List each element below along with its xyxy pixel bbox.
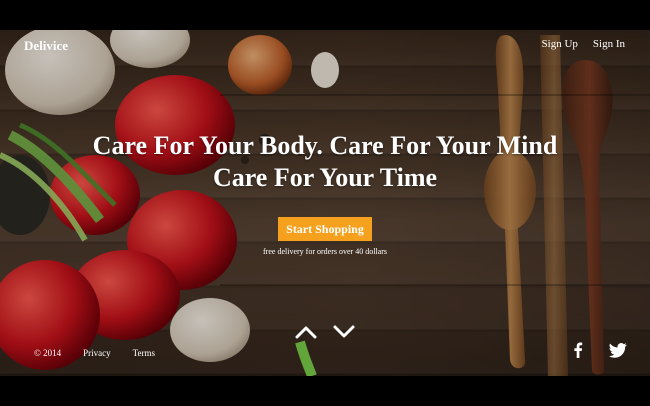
copyright-text: © 2014 <box>34 348 62 358</box>
scroll-arrows <box>294 321 356 343</box>
hero-headline: Care For Your Body. Care For Your Mind C… <box>0 130 650 194</box>
headline-line-1: Care For Your Body. Care For Your Mind <box>92 131 558 160</box>
brand-logo[interactable]: Delivice <box>24 38 68 54</box>
free-delivery-text: free delivery for orders over 40 dollars <box>263 247 387 256</box>
facebook-icon[interactable] <box>569 341 587 359</box>
top-nav: Sign Up Sign In <box>542 38 625 50</box>
social-links <box>569 341 627 359</box>
terms-link[interactable]: Terms <box>133 348 155 358</box>
signup-link[interactable]: Sign Up <box>542 38 578 50</box>
page: Delivice Sign Up Sign In Care For Your B… <box>0 0 650 406</box>
chevron-down-icon[interactable] <box>332 321 356 343</box>
twitter-icon[interactable] <box>609 341 627 359</box>
start-shopping-button[interactable]: Start Shopping <box>278 217 372 241</box>
signin-link[interactable]: Sign In <box>593 38 625 50</box>
headline-line-2: Care For Your Time <box>212 163 438 192</box>
privacy-link[interactable]: Privacy <box>83 348 111 358</box>
chevron-up-icon[interactable] <box>294 321 318 343</box>
footer-links: © 2014 Privacy Terms <box>34 348 155 358</box>
